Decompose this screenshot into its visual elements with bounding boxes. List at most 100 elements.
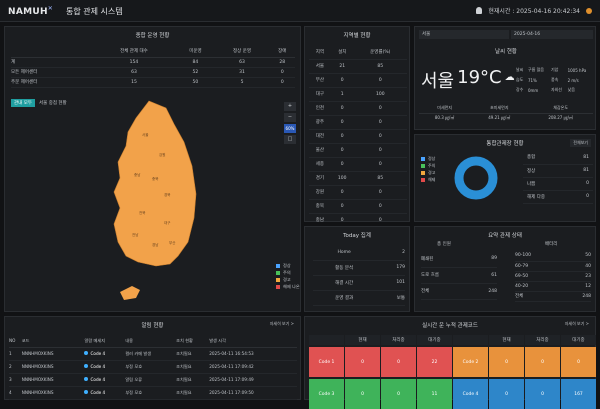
realtime-cell[interactable]: 0 <box>345 347 380 377</box>
zoom-in-button[interactable]: + <box>284 102 296 111</box>
korea-map[interactable]: 서울강원충남충북 경북전북대구전남부산 경남 <box>104 96 204 311</box>
status-panel: 통합관제장 현황 전체보기 정상 주의 경고 해제 총합 81 정상 81 나쁨 0 해제 다중 0 <box>414 134 596 222</box>
date-select[interactable]: 2025-04-16 <box>511 30 593 39</box>
cell: 서울 <box>309 59 331 74</box>
table-row: 대전 0 0 <box>309 129 407 144</box>
table-header-row: NO 코드 알람 메세지 내용 조치 현황 발생 시각 <box>9 335 297 348</box>
table-row: 광주 0 0 <box>309 115 407 130</box>
realtime-cell[interactable]: Code 3 <box>309 379 344 409</box>
cell: 충북 <box>309 199 331 214</box>
cell: 광주 <box>309 115 331 130</box>
cell: 1005 hPa <box>567 67 587 73</box>
cell: 컬러 카메 발생 <box>125 347 177 361</box>
realtime-cell[interactable]: 0 <box>525 347 560 377</box>
realtime-cell[interactable]: 11 <box>417 379 452 409</box>
table-row[interactable]: 3 NNNHMOXKINS Code 4 알림 오류 조치필요 2025-04-11 17… <box>9 373 297 387</box>
table-row[interactable]: 2 NNNHMOXKINS Code 4 부정 모호 조치필요 2025-04-11 17… <box>9 360 297 374</box>
cell: 0 <box>330 199 354 214</box>
cell: 부정 모호 <box>125 386 177 400</box>
column-header: NO <box>9 335 22 348</box>
cell: 21 <box>330 59 354 74</box>
cell: 2 <box>9 360 22 374</box>
column-header: 전체 관제 대수 <box>91 45 177 58</box>
cell: 0 <box>353 73 407 88</box>
zone-panel: 요약 관제 상태 총 인원 배터리 폐쇄된 89 도로 흐름 61 전체 248 90… <box>414 226 596 312</box>
table-row[interactable]: 1 NNNHMOXKINS Code 4 컬러 카메 발생 조치필요 2025-04-11… <box>9 347 297 361</box>
map-tag[interactable]: 관내 모두 <box>11 99 35 107</box>
cell: 조치필요 <box>176 373 210 387</box>
realtime-more-link[interactable]: 자세히 보기 > <box>565 321 589 327</box>
cell: 52 <box>176 67 215 78</box>
table-row: 도로 흐름 61 <box>421 267 497 284</box>
cloud-icon: ☁ <box>504 72 515 83</box>
table-row: 활동 분석 179 <box>313 260 405 276</box>
realtime-cell[interactable]: 22 <box>417 347 452 377</box>
cell: Code 4 <box>84 360 126 374</box>
table-header-row: 지역 설치 운영률(%) <box>309 45 407 60</box>
realtime-header: 대기중 <box>417 335 452 345</box>
svg-text:서울: 서울 <box>142 132 149 137</box>
cell: 40-20 <box>515 281 565 292</box>
table-row: 경기 100 85 <box>309 171 407 186</box>
cell: 0 <box>269 77 295 88</box>
column-header: 내용 <box>125 335 177 348</box>
realtime-cell[interactable]: Code 2 <box>453 347 488 377</box>
realtime-cell[interactable]: 0 <box>489 379 524 409</box>
status-donut <box>454 156 498 200</box>
cell: 0 <box>330 73 354 88</box>
realtime-header: 현재 <box>489 335 524 345</box>
realtime-header: 처리중 <box>381 335 416 345</box>
realtime-title: 실시간 운 누적 관제코드 <box>422 323 478 329</box>
table-row[interactable]: 4 NNNHMOXKINS Code 4 부정 모호 조치필요 2025-04-11 17… <box>9 386 297 400</box>
status-legend: 정상 주의 경고 해제 <box>421 155 435 183</box>
realtime-cell[interactable]: Code 1 <box>309 347 344 377</box>
cell: 0 <box>330 143 354 158</box>
cell: 84 <box>176 57 215 68</box>
realtime-cell[interactable]: 0 <box>381 347 416 377</box>
cell: 3 <box>9 373 22 387</box>
cell: Code 4 <box>84 386 126 400</box>
cell: 2025-04-11 16:54:53 <box>209 347 297 361</box>
realtime-cell[interactable]: 0 <box>489 347 524 377</box>
cell: 0 <box>353 157 407 172</box>
realtime-cell[interactable]: Code 4 <box>453 379 488 409</box>
cell: 100 <box>330 171 354 186</box>
cell: 154 <box>91 57 177 68</box>
table-row: 서울 21 85 <box>309 59 407 74</box>
cell: 50 <box>176 77 215 88</box>
cell: 0 <box>330 157 354 172</box>
cell: 89 <box>472 251 497 268</box>
table-row: Home 2 <box>313 245 405 261</box>
air-quality-table: 미세먼지 초미세먼지 체감온도 80.3 ㎍/㎥ 49.21 ㎍/㎥ 208.27 ㎍/㎥ <box>419 103 593 123</box>
cell: 계 <box>11 57 92 68</box>
cell: 101 <box>375 275 405 291</box>
app-logo[interactable]: NAMUH✕ <box>8 5 53 17</box>
cell: 80.3 ㎍/㎥ <box>434 115 455 121</box>
realtime-cell[interactable]: 0 <box>381 379 416 409</box>
table-row: 주문 제어센터 15 50 5 0 <box>11 77 295 88</box>
status-filter[interactable]: 전체보기 <box>570 139 591 147</box>
table-row: 강원 0 0 <box>309 185 407 200</box>
cell: 부산 <box>309 73 331 88</box>
realtime-cell[interactable]: 0 <box>345 379 380 409</box>
region-select[interactable]: 서울 <box>419 30 509 39</box>
table-row: 80.3 ㎍/㎥ 49.21 ㎍/㎥ 208.27 ㎍/㎥ <box>419 113 593 123</box>
map-legend: 정상 주의 경고 해제 나온 <box>276 262 300 290</box>
bell-icon[interactable] <box>476 7 483 14</box>
realtime-cell[interactable]: 0 <box>525 379 560 409</box>
zoom-out-button[interactable]: − <box>284 113 296 122</box>
realtime-cell[interactable]: 0 <box>561 347 596 377</box>
zoom-reset-button[interactable]: □ <box>284 135 296 144</box>
status-table: 총합 81 정상 81 나쁨 0 해제 다중 0 <box>523 151 593 204</box>
cell: 63 <box>91 67 177 78</box>
cell: 2025-04-11 17:09:42 <box>209 360 297 374</box>
realtime-header <box>453 335 488 345</box>
cell: 31 <box>214 67 270 78</box>
alert-icon[interactable] <box>586 7 592 14</box>
cell: 강수 <box>516 87 524 92</box>
realtime-cell[interactable]: 167 <box>561 379 596 409</box>
cell: Code 4 <box>84 373 126 387</box>
column-header: 발생 시각 <box>209 335 297 348</box>
alarm-more-link[interactable]: 자세히 보기 > <box>270 321 294 327</box>
cell: 69-50 <box>515 271 565 282</box>
